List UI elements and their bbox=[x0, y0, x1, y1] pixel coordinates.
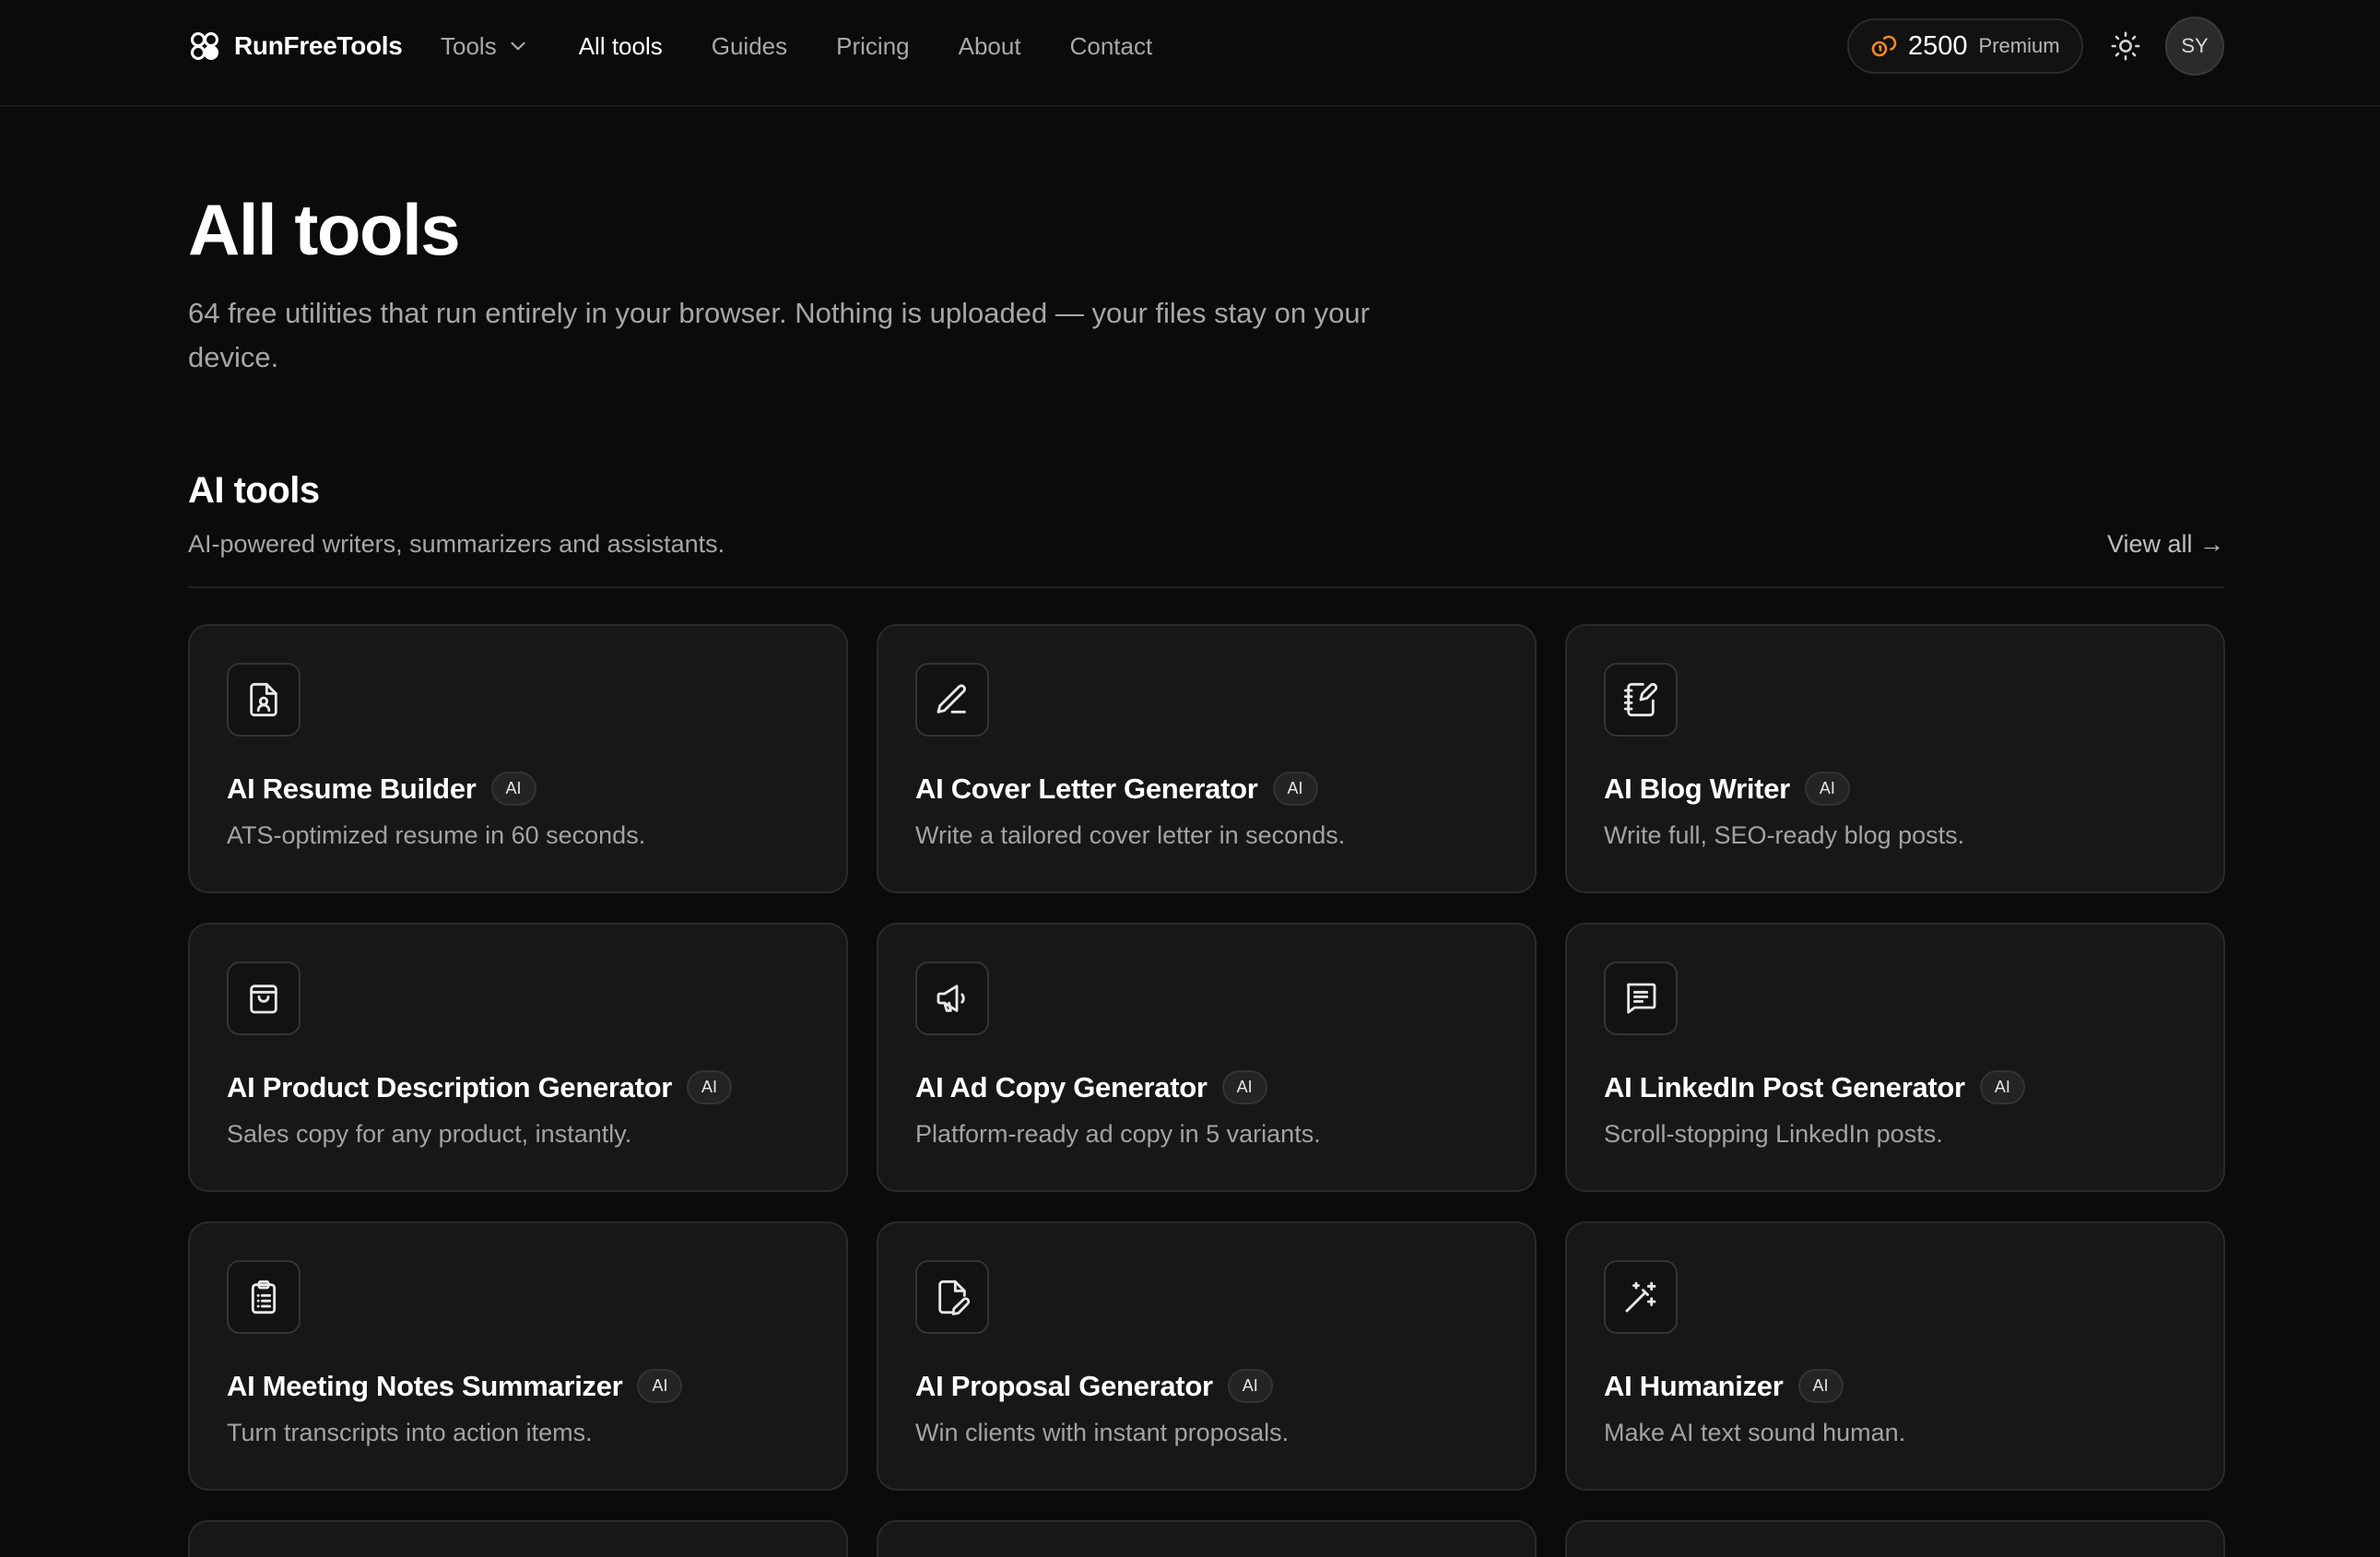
card-title: AI Cover Letter Generator bbox=[915, 772, 1258, 805]
tool-card-ai-meeting-notes-summarizer[interactable]: AI Meeting Notes Summarizer AI Turn tran… bbox=[188, 1221, 848, 1491]
tool-card-ai-resume-builder[interactable]: AI Resume Builder AI ATS-optimized resum… bbox=[188, 624, 848, 893]
tool-card-ai-linkedin-post-generator[interactable]: AI LinkedIn Post Generator AI Scroll-sto… bbox=[1565, 923, 2225, 1192]
top-navbar: RunFreeTools Tools All tools Guides Pric… bbox=[0, 0, 2380, 107]
brand-name: RunFreeTools bbox=[234, 31, 403, 60]
tool-card-ai-product-description-generator[interactable]: AI Product Description Generator AI Sale… bbox=[188, 923, 848, 1192]
card-description: Sales copy for any product, instantly. bbox=[227, 1120, 632, 1148]
ai-badge: AI bbox=[1272, 772, 1318, 806]
page-subtitle: 64 free utilities that run entirely in y… bbox=[188, 297, 1370, 373]
card-title-row: AI LinkedIn Post Generator AI bbox=[1604, 1070, 2025, 1104]
card-title-row: AI Proposal Generator AI bbox=[915, 1369, 1273, 1403]
card-icon-box bbox=[227, 663, 300, 737]
nav-pricing[interactable]: Pricing bbox=[836, 32, 909, 61]
plan-label: Premium bbox=[1978, 34, 2060, 57]
card-description: ATS-optimized resume in 60 seconds. bbox=[227, 821, 646, 849]
nav-tools-dropdown[interactable]: Tools bbox=[441, 32, 530, 61]
card-description: Make AI text sound human. bbox=[1604, 1419, 1906, 1446]
card-title: AI Humanizer bbox=[1604, 1369, 1784, 1402]
ai-badge: AI bbox=[490, 772, 536, 806]
tool-card-ai-cover-letter-generator[interactable]: AI Cover Letter Generator AI Write a tai… bbox=[877, 624, 1537, 893]
view-all-link[interactable]: View all → bbox=[2107, 530, 2224, 559]
card-title-row: AI Product Description Generator AI bbox=[227, 1070, 733, 1104]
chevron-down-icon bbox=[511, 41, 525, 51]
ai-badge: AI bbox=[1221, 1070, 1267, 1104]
ai-badge: AI bbox=[1797, 1369, 1844, 1403]
card-title-row: AI Blog Writer AI bbox=[1604, 772, 1850, 806]
megaphone-icon bbox=[937, 985, 965, 1012]
notebook-pen-icon bbox=[1623, 682, 1658, 717]
card-title-row: AI Ad Copy Generator AI bbox=[915, 1070, 1267, 1104]
card-description: Scroll-stopping LinkedIn posts. bbox=[1604, 1120, 1943, 1148]
nav-all-tools[interactable]: All tools bbox=[579, 32, 663, 61]
section-subtitle: AI-powered writers, summarizers and assi… bbox=[188, 530, 725, 558]
tool-card-ai-humanizer[interactable]: AI Humanizer AI Make AI text sound human… bbox=[1565, 1221, 2225, 1491]
clover-logo-icon bbox=[191, 32, 218, 60]
card-icon-box bbox=[915, 961, 989, 1035]
section-title: AI tools bbox=[188, 470, 320, 511]
tool-card-partial[interactable] bbox=[188, 1520, 848, 1557]
card-icon-box bbox=[227, 961, 300, 1035]
tool-card-ai-ad-copy-generator[interactable]: AI Ad Copy Generator AI Platform-ready a… bbox=[877, 923, 1537, 1192]
page-title: All tools bbox=[188, 189, 461, 270]
card-description: Write a tailored cover letter in seconds… bbox=[915, 821, 1346, 849]
card-description: Turn transcripts into action items. bbox=[227, 1419, 593, 1446]
card-title: AI Product Description Generator bbox=[227, 1070, 673, 1103]
shopping-bag-icon bbox=[250, 985, 277, 1014]
card-title: AI Ad Copy Generator bbox=[915, 1070, 1208, 1103]
card-title-row: AI Cover Letter Generator AI bbox=[915, 772, 1318, 806]
nav-about[interactable]: About bbox=[959, 32, 1021, 61]
card-icon-box bbox=[1604, 1260, 1678, 1334]
card-icon-box bbox=[915, 663, 989, 737]
card-title: AI Resume Builder bbox=[227, 772, 477, 805]
card-title-row: AI Resume Builder AI bbox=[227, 772, 536, 806]
ai-badge: AI bbox=[1804, 772, 1850, 806]
ai-badge: AI bbox=[1979, 1070, 2025, 1104]
card-icon-box bbox=[1604, 961, 1678, 1035]
nav-guides[interactable]: Guides bbox=[712, 32, 787, 61]
credits-badge[interactable]: 2500 Premium bbox=[1847, 18, 2083, 74]
card-title: AI Meeting Notes Summarizer bbox=[227, 1369, 623, 1402]
card-description: Platform-ready ad copy in 5 variants. bbox=[915, 1120, 1321, 1148]
main-nav: Tools All tools Guides Pricing About Con… bbox=[441, 26, 1201, 66]
file-pen-icon bbox=[938, 1280, 971, 1315]
card-title: AI LinkedIn Post Generator bbox=[1604, 1070, 1965, 1103]
tool-card-partial[interactable] bbox=[1565, 1520, 2225, 1557]
section-divider bbox=[188, 586, 2224, 588]
sun-icon bbox=[2111, 31, 2140, 61]
pen-icon bbox=[937, 684, 966, 714]
tool-card-ai-blog-writer[interactable]: AI Blog Writer AI Write full, SEO-ready … bbox=[1565, 624, 2225, 893]
card-icon-box bbox=[227, 1260, 300, 1334]
card-description: Write full, SEO-ready blog posts. bbox=[1604, 821, 1965, 849]
brand-logo-link[interactable]: RunFreeTools bbox=[188, 28, 403, 65]
card-title: AI Proposal Generator bbox=[915, 1369, 1213, 1402]
card-description: Win clients with instant proposals. bbox=[915, 1419, 1290, 1446]
user-avatar[interactable]: SY bbox=[2165, 17, 2224, 76]
nav-contact[interactable]: Contact bbox=[1070, 32, 1153, 61]
ai-badge: AI bbox=[1227, 1369, 1273, 1403]
ai-badge: AI bbox=[637, 1369, 683, 1403]
ai-badge: AI bbox=[687, 1070, 733, 1104]
tool-card-partial[interactable] bbox=[877, 1520, 1537, 1557]
tools-grid: AI Resume Builder AI ATS-optimized resum… bbox=[188, 624, 2225, 1557]
coins-icon bbox=[1871, 35, 1897, 57]
message-lines-icon bbox=[1627, 983, 1656, 1014]
tool-card-ai-proposal-generator[interactable]: AI Proposal Generator AI Win clients wit… bbox=[877, 1221, 1537, 1491]
card-icon-box bbox=[915, 1260, 989, 1334]
theme-toggle-button[interactable] bbox=[2105, 26, 2146, 66]
card-title: AI Blog Writer bbox=[1604, 772, 1790, 805]
card-icon-box bbox=[1604, 663, 1678, 737]
resume-icon bbox=[250, 682, 277, 717]
clipboard-list-icon bbox=[251, 1280, 277, 1315]
card-title-row: AI Meeting Notes Summarizer AI bbox=[227, 1369, 683, 1403]
magic-wand-icon bbox=[1625, 1281, 1656, 1313]
nav-tools-label: Tools bbox=[441, 31, 497, 60]
credits-count: 2500 bbox=[1908, 30, 1968, 61]
card-title-row: AI Humanizer AI bbox=[1604, 1369, 1844, 1403]
